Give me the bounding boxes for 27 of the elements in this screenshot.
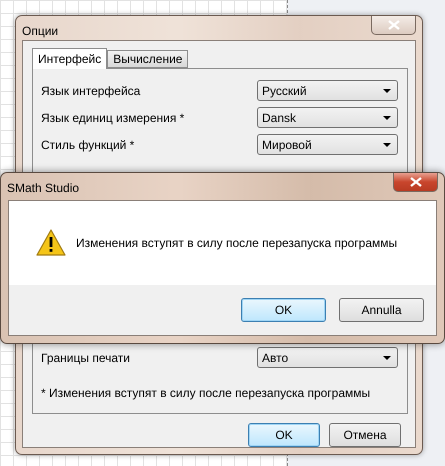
tab[interactable]: Интерфейс bbox=[32, 48, 108, 69]
message-text: Изменения вступят в силу после перезапуска программы bbox=[76, 236, 398, 250]
tab[interactable]: Вычисление bbox=[107, 50, 188, 68]
dropdown[interactable]: Dansk bbox=[257, 107, 398, 128]
footnote: * Изменения вступят в силу после перезапуска программы bbox=[41, 386, 372, 400]
dialog-button[interactable]: OK bbox=[248, 423, 320, 447]
close-icon bbox=[388, 20, 400, 30]
dialog-button[interactable]: OK bbox=[241, 298, 326, 322]
close-icon bbox=[410, 177, 422, 187]
setting-label: Границы печати bbox=[41, 350, 130, 364]
caret-icon bbox=[383, 116, 391, 120]
window-title: SMath Studio bbox=[7, 181, 80, 195]
window-title: Опции bbox=[22, 24, 60, 38]
dropdown[interactable]: Русский bbox=[257, 80, 398, 101]
caret-icon bbox=[383, 142, 391, 146]
caret-icon bbox=[383, 356, 391, 360]
dialog-button[interactable]: Annulla bbox=[339, 298, 424, 322]
setting-label: Стиль функций * bbox=[41, 138, 134, 152]
dropdown[interactable]: Мировой bbox=[257, 134, 398, 155]
setting-label: Язык единиц измерения * bbox=[41, 110, 184, 124]
dropdown[interactable]: Авто bbox=[257, 347, 398, 368]
caret-icon bbox=[383, 88, 391, 92]
warning-icon bbox=[36, 229, 66, 257]
close-button[interactable] bbox=[393, 173, 438, 192]
close-button[interactable] bbox=[371, 16, 416, 35]
setting-label: Язык интерфейса bbox=[41, 84, 140, 98]
dialog-button[interactable]: Отмена bbox=[329, 423, 401, 447]
